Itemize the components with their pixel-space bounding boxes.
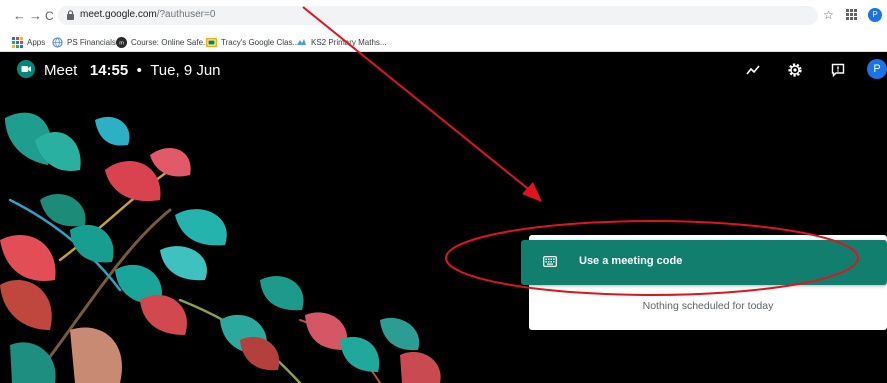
account-avatar[interactable]: P [867,59,887,79]
bookmark-label: KS2 Primary Maths... [311,37,387,47]
url-host: meet.google.com [80,9,157,20]
bookmark-ps-financials[interactable]: PS Financials [52,35,116,49]
back-button[interactable]: ← [13,9,26,23]
bookmark-label: PS Financials [67,37,116,47]
ks2-icon [297,38,306,45]
bookmark-ks2-maths[interactable]: KS2 Primary Maths... [296,35,387,49]
forward-button[interactable]: → [29,9,42,23]
activity-icon[interactable] [745,62,761,78]
keyboard-icon [543,256,557,267]
bookmark-apps[interactable]: Apps [12,35,45,49]
globe-icon [52,36,63,48]
empty-schedule-text: Nothing scheduled for today [642,300,774,312]
address-bar[interactable]: meet.google.com/?authuser=0 [58,6,818,25]
use-meeting-code-button[interactable]: Use a meeting code [521,240,887,285]
url-path: /?authuser=0 [156,9,216,20]
course-icon: m [116,36,127,48]
settings-icon[interactable] [787,62,803,78]
bookmark-star-icon[interactable]: ☆ [823,8,834,22]
plant-illustration [0,112,441,383]
apps-grid-icon [12,36,23,48]
address-row: ← → C meet.google.com/?authuser=0 ☆ P [0,0,887,32]
bookmarks-bar: Apps PS Financials m Course: Online Safe… [0,32,887,52]
use-meeting-code-label: Use a meeting code [579,255,683,267]
feedback-icon[interactable] [830,62,846,78]
browser-chrome: ← → C meet.google.com/?authuser=0 ☆ P Ap… [0,0,887,52]
bookmark-label: Tracy's Google Clas... [221,37,300,47]
bookmark-label: Course: Online Safe... [131,37,210,47]
screenshot: ← → C meet.google.com/?authuser=0 ☆ P Ap… [0,0,887,383]
bookmark-classroom[interactable]: Tracy's Google Clas... [206,35,299,49]
browser-profile-avatar[interactable]: P [868,8,882,22]
svg-text:m: m [119,40,124,46]
lock-icon [67,10,74,20]
classroom-icon [206,37,217,47]
apps-grid-icon[interactable] [846,9,857,20]
reload-button[interactable]: C [45,9,54,23]
url-text: meet.google.com/?authuser=0 [80,9,215,20]
bookmark-course[interactable]: m Course: Online Safe... [116,35,210,49]
bookmark-label: Apps [27,37,46,47]
